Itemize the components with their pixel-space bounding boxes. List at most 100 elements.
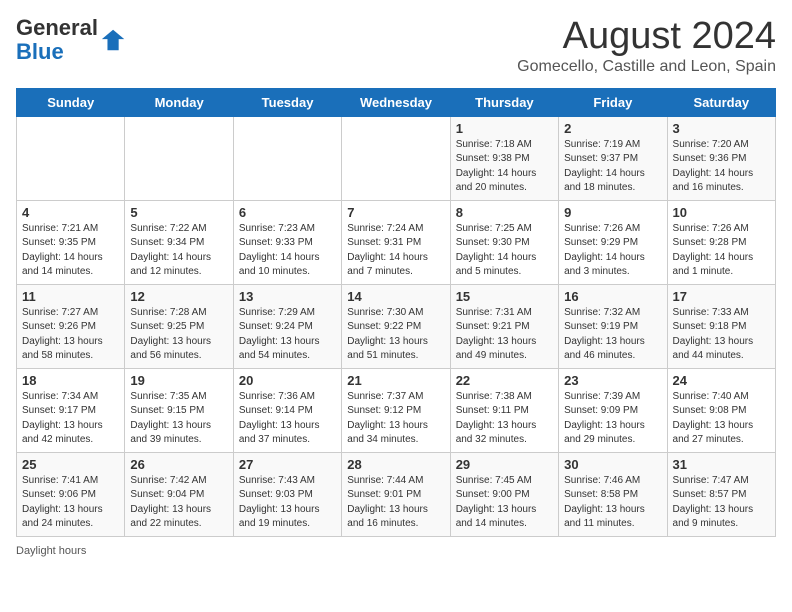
day-info: Sunrise: 7:36 AM Sunset: 9:14 PM Dayligh… [239,390,336,448]
calendar-cell: 16 Sunrise: 7:32 AM Sunset: 9:19 PM Dayli… [559,284,667,368]
day-info: Sunrise: 7:40 AM Sunset: 9:08 PM Dayligh… [673,390,770,448]
calendar-week-row: 1Sunrise: 7:18 AM Sunset: 9:38 PM Daylig… [17,116,776,200]
day-number: 5 [130,205,227,220]
calendar-cell: 7Sunrise: 7:24 AM Sunset: 9:31 PM Daylig… [342,200,450,284]
calendar-cell: 6 Sunrise: 7:23 AM Sunset: 9:33 PM Daylig… [233,200,341,284]
day-number: 27 [239,457,336,472]
day-info: Sunrise: 7:46 AM Sunset: 8:58 PM Dayligh… [564,474,661,532]
day-number: 9 [564,205,661,220]
calendar-cell: 13Sunrise: 7:29 AM Sunset: 9:24 PM Dayli… [233,284,341,368]
calendar-cell [342,116,450,200]
calendar-cell: 14Sunrise: 7:30 AM Sunset: 9:22 PM Dayli… [342,284,450,368]
subtitle: Gomecello, Castille and Leon, Spain [517,58,776,76]
calendar-cell: 30Sunrise: 7:46 AM Sunset: 8:58 PM Dayli… [559,452,667,536]
calendar-cell: 20 Sunrise: 7:36 AM Sunset: 9:14 PM Dayli… [233,368,341,452]
day-number: 25 [22,457,119,472]
calendar-cell: 22 Sunrise: 7:38 AM Sunset: 9:11 PM Dayli… [450,368,558,452]
day-of-week-header: Tuesday [233,88,341,116]
day-number: 2 [564,121,661,136]
day-number: 17 [673,289,770,304]
day-info: Sunrise: 7:20 AM Sunset: 9:36 PM Dayligh… [673,138,770,196]
day-number: 11 [22,289,119,304]
day-number: 28 [347,457,444,472]
calendar-cell [17,116,125,200]
header: General Blue August 2024 Gomecello, Cast… [16,16,776,76]
calendar-week-row: 25Sunrise: 7:41 AM Sunset: 9:06 PM Dayli… [17,452,776,536]
calendar-cell: 11 Sunrise: 7:27 AM Sunset: 9:26 PM Dayli… [17,284,125,368]
day-info: Sunrise: 7:38 AM Sunset: 9:11 PM Dayligh… [456,390,553,448]
day-number: 19 [130,373,227,388]
logo-general: General [16,15,98,40]
day-number: 18 [22,373,119,388]
day-info: Sunrise: 7:43 AM Sunset: 9:03 PM Dayligh… [239,474,336,532]
calendar-week-row: 4 Sunrise: 7:21 AM Sunset: 9:35 PM Daylig… [17,200,776,284]
day-of-week-header: Sunday [17,88,125,116]
day-info: Sunrise: 7:22 AM Sunset: 9:34 PM Dayligh… [130,222,227,280]
day-number: 15 [456,289,553,304]
calendar-cell: 12Sunrise: 7:28 AM Sunset: 9:25 PM Dayli… [125,284,233,368]
calendar-cell: 31 Sunrise: 7:47 AM Sunset: 8:57 PM Dayli… [667,452,775,536]
day-info: Sunrise: 7:23 AM Sunset: 9:33 PM Dayligh… [239,222,336,280]
day-number: 31 [673,457,770,472]
day-info: Sunrise: 7:21 AM Sunset: 9:35 PM Dayligh… [22,222,119,280]
day-info: Sunrise: 7:26 AM Sunset: 9:29 PM Dayligh… [564,222,661,280]
day-of-week-header: Friday [559,88,667,116]
day-info: Sunrise: 7:32 AM Sunset: 9:19 PM Dayligh… [564,306,661,364]
day-number: 4 [22,205,119,220]
logo-icon [100,26,128,54]
calendar-cell: 10 Sunrise: 7:26 AM Sunset: 9:28 PM Dayli… [667,200,775,284]
day-number: 8 [456,205,553,220]
day-number: 10 [673,205,770,220]
day-of-week-header: Monday [125,88,233,116]
logo-blue: Blue [16,39,64,64]
day-info: Sunrise: 7:47 AM Sunset: 8:57 PM Dayligh… [673,474,770,532]
day-number: 20 [239,373,336,388]
day-info: Sunrise: 7:33 AM Sunset: 9:18 PM Dayligh… [673,306,770,364]
day-info: Sunrise: 7:42 AM Sunset: 9:04 PM Dayligh… [130,474,227,532]
day-number: 3 [673,121,770,136]
day-info: Sunrise: 7:19 AM Sunset: 9:37 PM Dayligh… [564,138,661,196]
calendar-cell: 23 Sunrise: 7:39 AM Sunset: 9:09 PM Dayli… [559,368,667,452]
calendar-cell: 2 Sunrise: 7:19 AM Sunset: 9:37 PM Daylig… [559,116,667,200]
calendar-cell [233,116,341,200]
calendar-cell: 21Sunrise: 7:37 AM Sunset: 9:12 PM Dayli… [342,368,450,452]
calendar-cell: 29 Sunrise: 7:45 AM Sunset: 9:00 PM Dayli… [450,452,558,536]
day-info: Sunrise: 7:26 AM Sunset: 9:28 PM Dayligh… [673,222,770,280]
day-info: Sunrise: 7:35 AM Sunset: 9:15 PM Dayligh… [130,390,227,448]
calendar-cell: 17 Sunrise: 7:33 AM Sunset: 9:18 PM Dayli… [667,284,775,368]
day-info: Sunrise: 7:37 AM Sunset: 9:12 PM Dayligh… [347,390,444,448]
calendar-cell: 27 Sunrise: 7:43 AM Sunset: 9:03 PM Dayli… [233,452,341,536]
footer-note: Daylight hours [16,545,776,557]
day-number: 29 [456,457,553,472]
calendar-table: SundayMondayTuesdayWednesdayThursdayFrid… [16,88,776,537]
day-of-week-header: Thursday [450,88,558,116]
day-number: 13 [239,289,336,304]
day-number: 24 [673,373,770,388]
day-number: 6 [239,205,336,220]
day-number: 23 [564,373,661,388]
day-number: 22 [456,373,553,388]
calendar-header: SundayMondayTuesdayWednesdayThursdayFrid… [17,88,776,116]
calendar-cell: 28 Sunrise: 7:44 AM Sunset: 9:01 PM Dayli… [342,452,450,536]
calendar-week-row: 18Sunrise: 7:34 AM Sunset: 9:17 PM Dayli… [17,368,776,452]
daylight-label: Daylight hours [16,545,86,557]
day-info: Sunrise: 7:27 AM Sunset: 9:26 PM Dayligh… [22,306,119,364]
day-info: Sunrise: 7:30 AM Sunset: 9:22 PM Dayligh… [347,306,444,364]
day-info: Sunrise: 7:44 AM Sunset: 9:01 PM Dayligh… [347,474,444,532]
calendar-cell: 25Sunrise: 7:41 AM Sunset: 9:06 PM Dayli… [17,452,125,536]
day-number: 12 [130,289,227,304]
calendar-cell: 19 Sunrise: 7:35 AM Sunset: 9:15 PM Dayli… [125,368,233,452]
day-of-week-header: Wednesday [342,88,450,116]
day-info: Sunrise: 7:39 AM Sunset: 9:09 PM Dayligh… [564,390,661,448]
calendar-cell: 24 Sunrise: 7:40 AM Sunset: 9:08 PM Dayli… [667,368,775,452]
main-title: August 2024 [517,16,776,58]
logo: General Blue [16,16,128,64]
day-number: 16 [564,289,661,304]
calendar-cell: 26Sunrise: 7:42 AM Sunset: 9:04 PM Dayli… [125,452,233,536]
day-info: Sunrise: 7:45 AM Sunset: 9:00 PM Dayligh… [456,474,553,532]
day-number: 1 [456,121,553,136]
calendar-cell: 3 Sunrise: 7:20 AM Sunset: 9:36 PM Daylig… [667,116,775,200]
calendar-cell: 8Sunrise: 7:25 AM Sunset: 9:30 PM Daylig… [450,200,558,284]
title-area: August 2024 Gomecello, Castille and Leon… [517,16,776,76]
day-info: Sunrise: 7:31 AM Sunset: 9:21 PM Dayligh… [456,306,553,364]
